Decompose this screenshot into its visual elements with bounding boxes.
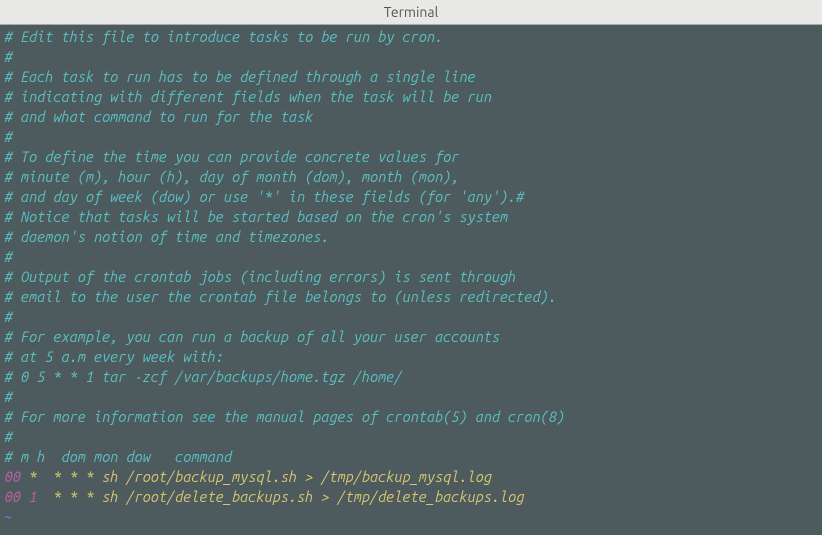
terminal-line: # xyxy=(4,47,818,67)
terminal-line: # email to the user the crontab file bel… xyxy=(4,287,818,307)
terminal-line: # xyxy=(4,387,818,407)
terminal-line: # indicating with different fields when … xyxy=(4,87,818,107)
terminal-line: # m h dom mon dow command xyxy=(4,447,818,467)
terminal-line: # xyxy=(4,427,818,447)
terminal-line: # Each task to run has to be defined thr… xyxy=(4,67,818,87)
terminal-line: # minute (m), hour (h), day of month (do… xyxy=(4,167,818,187)
terminal-content[interactable]: # Edit this file to introduce tasks to b… xyxy=(0,25,822,529)
terminal-line: # and day of week (dow) or use '*' in th… xyxy=(4,187,818,207)
terminal-line: # 0 5 * * 1 tar -zcf /var/backups/home.t… xyxy=(4,367,818,387)
terminal-line: # Edit this file to introduce tasks to b… xyxy=(4,27,818,47)
terminal-line: 00 1 * * * sh /root/delete_backups.sh > … xyxy=(4,487,818,507)
terminal-line: # at 5 a.m every week with: xyxy=(4,347,818,367)
terminal-line: # For example, you can run a backup of a… xyxy=(4,327,818,347)
window-title: Terminal xyxy=(384,4,439,20)
terminal-line: # For more information see the manual pa… xyxy=(4,407,818,427)
terminal-line: # To define the time you can provide con… xyxy=(4,147,818,167)
terminal-line: # Output of the crontab jobs (including … xyxy=(4,267,818,287)
terminal-line: # Notice that tasks will be started base… xyxy=(4,207,818,227)
window-title-bar[interactable]: Terminal xyxy=(0,0,822,25)
terminal-line: # and what command to run for the task xyxy=(4,107,818,127)
terminal-line: # xyxy=(4,307,818,327)
terminal-line: # daemon's notion of time and timezones. xyxy=(4,227,818,247)
terminal-line: 00 * * * * sh /root/backup_mysql.sh > /t… xyxy=(4,467,818,487)
terminal-line: # xyxy=(4,247,818,267)
terminal-line: ~ xyxy=(4,507,818,527)
terminal-line: # xyxy=(4,127,818,147)
